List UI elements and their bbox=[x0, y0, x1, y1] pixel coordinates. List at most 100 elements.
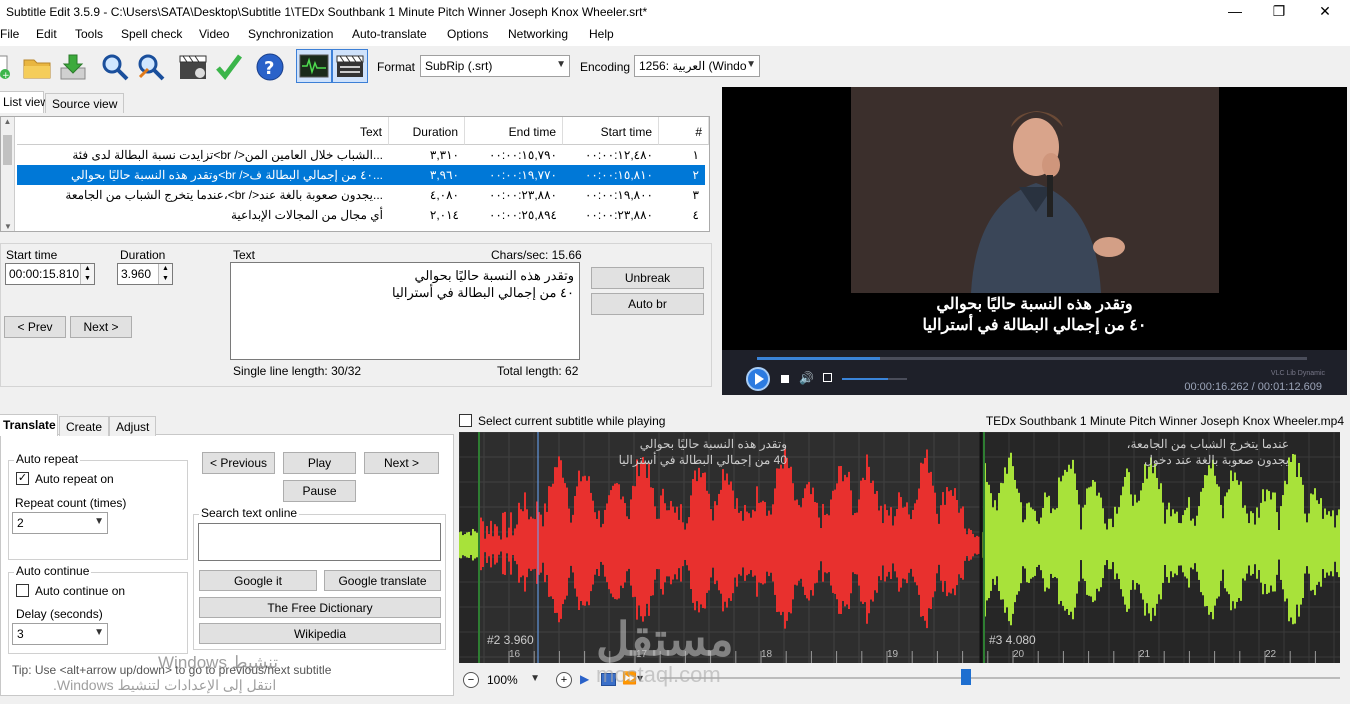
overlay-line-1: وتقدر هذه النسبة حاليًا بحوالي bbox=[936, 296, 1133, 313]
header-start-time[interactable]: Start time bbox=[563, 117, 659, 145]
chevron-down-icon: ▼ bbox=[556, 59, 566, 70]
header-end-time[interactable]: End time bbox=[465, 117, 563, 145]
table-row[interactable]: أي مجال من المجالات الإبداعية ٢,٠١٤ ٠٠:٠… bbox=[17, 205, 705, 225]
wave-position-thumb[interactable] bbox=[961, 669, 971, 685]
tab-list-view[interactable]: List view bbox=[0, 91, 49, 113]
zoom-value: 100% bbox=[487, 673, 518, 687]
tab-source-view[interactable]: Source view bbox=[45, 93, 125, 113]
tab-label: Source view bbox=[52, 97, 118, 111]
format-value: SubRip (.srt) bbox=[425, 59, 493, 73]
chevron-down-icon: ▼ bbox=[94, 516, 104, 527]
menu-file[interactable]: File bbox=[0, 27, 19, 41]
auto-br-button[interactable]: Auto br bbox=[591, 293, 704, 315]
check-icon[interactable] bbox=[214, 52, 244, 82]
menu-help[interactable]: Help bbox=[589, 27, 614, 41]
google-translate-button[interactable]: Google translate bbox=[324, 570, 441, 591]
duration-field[interactable]: 3.960 ▲ ▼ bbox=[117, 263, 173, 285]
wave-paragraph-2-text: عندما يتخرج الشباب من الجامعة، يجدون صعو… bbox=[989, 436, 1289, 468]
menu-spell-check[interactable]: Spell check bbox=[121, 27, 182, 41]
header-number[interactable]: # bbox=[659, 117, 709, 145]
replace-icon[interactable] bbox=[136, 52, 166, 82]
next-sub-button[interactable]: Next > bbox=[364, 452, 439, 474]
find-icon[interactable] bbox=[100, 52, 130, 82]
free-dictionary-button[interactable]: The Free Dictionary bbox=[199, 597, 441, 618]
start-time-field[interactable]: 00:00:15.810 ▲ ▼ bbox=[5, 263, 95, 285]
play-button[interactable]: Play bbox=[283, 452, 356, 474]
tab-adjust[interactable]: Adjust bbox=[109, 416, 157, 436]
total-length: Total length: 62 bbox=[497, 364, 579, 378]
search-text-input[interactable] bbox=[198, 523, 441, 561]
subtitle-text-area[interactable]: وتقدر هذه النسبة حاليًا بحوالي ٤٠ من إجم… bbox=[230, 262, 580, 360]
chevron-down-icon: ▼ bbox=[530, 673, 540, 684]
volume-icon[interactable]: 🔊 bbox=[799, 371, 814, 385]
download-icon[interactable] bbox=[58, 52, 88, 82]
grid-scrollbar[interactable]: ▲ ▼ bbox=[1, 117, 15, 231]
repeat-count-value: 2 bbox=[17, 516, 24, 530]
select-current-checkbox[interactable] bbox=[459, 414, 472, 427]
menu-synchronization[interactable]: Synchronization bbox=[248, 27, 333, 41]
wave-position-track[interactable] bbox=[660, 677, 1340, 679]
menu-bar: File Edit Tools Spell check Video Synchr… bbox=[0, 24, 1350, 46]
repeat-count-label: Repeat count (times) bbox=[15, 496, 127, 510]
table-row-selected[interactable]: وتقدر هذه النسبة حاليًا بحوالي<br />٤٠ م… bbox=[17, 165, 705, 185]
cell-end: ٠٠:٠٠:١٩,٧٧٠ bbox=[488, 168, 557, 182]
tab-translate[interactable]: Translate bbox=[0, 414, 58, 436]
unbreak-button[interactable]: Unbreak bbox=[591, 267, 704, 289]
play-wave-icon[interactable]: ▶ bbox=[580, 672, 589, 686]
menu-auto-translate[interactable]: Auto-translate bbox=[352, 27, 427, 41]
tick-label: 20 bbox=[1013, 649, 1025, 660]
maximize-button[interactable]: ❐ bbox=[1256, 0, 1302, 24]
menu-video[interactable]: Video bbox=[199, 27, 229, 41]
fullscreen-icon[interactable] bbox=[823, 373, 832, 382]
stop-icon[interactable] bbox=[781, 375, 789, 383]
menu-networking[interactable]: Networking bbox=[508, 27, 568, 41]
scroll-thumb[interactable] bbox=[3, 135, 12, 165]
play-icon[interactable] bbox=[746, 367, 770, 391]
waveform[interactable]: وتقدر هذه النسبة حاليًا بحوالي 40 من إجم… bbox=[459, 432, 1340, 663]
pause-button[interactable]: Pause bbox=[283, 480, 356, 502]
video-icon[interactable] bbox=[178, 52, 208, 82]
video-progress-track[interactable] bbox=[757, 357, 1307, 360]
header-duration[interactable]: Duration bbox=[389, 117, 465, 145]
volume-track[interactable] bbox=[842, 378, 907, 380]
google-it-button[interactable]: Google it bbox=[199, 570, 317, 591]
clapper-icon[interactable] bbox=[332, 49, 368, 83]
table-row[interactable]: عندما يتخرج الشباب من الجامعة،<br />يجدو… bbox=[17, 185, 705, 205]
cell-end: ٠٠:٠٠:٢٥,٨٩٤ bbox=[488, 208, 557, 222]
header-text[interactable]: Text bbox=[17, 117, 389, 145]
next-button[interactable]: Next > bbox=[70, 316, 132, 338]
video-player[interactable]: وتقدر هذه النسبة حاليًا بحوالي ٤٠ من إجم… bbox=[722, 87, 1347, 395]
close-button[interactable]: ✕ bbox=[1302, 0, 1348, 24]
text-line-2: ٤٠ من إجمالي البطالة في أستراليا bbox=[392, 285, 574, 300]
menu-options[interactable]: Options bbox=[447, 27, 488, 41]
minimize-button[interactable]: — bbox=[1212, 0, 1258, 24]
menu-edit[interactable]: Edit bbox=[36, 27, 57, 41]
new-icon[interactable]: + bbox=[0, 52, 12, 82]
watermark-brand: مستقل bbox=[596, 613, 734, 665]
format-select[interactable]: SubRip (.srt) ▼ bbox=[420, 55, 570, 77]
menu-tools[interactable]: Tools bbox=[75, 27, 103, 41]
zoom-out-icon[interactable]: − bbox=[463, 672, 479, 688]
zoom-select[interactable]: 100% ▼ bbox=[483, 670, 543, 692]
table-row[interactable]: تزايدت نسبة البطالة لدى فئة<br />الشباب … bbox=[17, 145, 705, 165]
open-folder-icon[interactable] bbox=[22, 52, 52, 82]
cell-text: عندما يتخرج الشباب من الجامعة،<br />يجدو… bbox=[65, 188, 383, 202]
zoom-in-icon[interactable]: + bbox=[556, 672, 572, 688]
chars-per-sec: Chars/sec: 15.66 bbox=[491, 248, 582, 262]
previous-button[interactable]: < Previous bbox=[202, 452, 275, 474]
waveform-icon[interactable] bbox=[296, 49, 332, 83]
wikipedia-button[interactable]: Wikipedia bbox=[199, 623, 441, 644]
spin-arrows-icon[interactable]: ▲ ▼ bbox=[158, 264, 172, 284]
delay-select[interactable]: 3 ▼ bbox=[12, 623, 108, 645]
help-icon[interactable]: ? bbox=[255, 52, 285, 82]
tick-label: 16 bbox=[509, 649, 521, 660]
encoding-select[interactable]: 1256: العربية (Windo ▼ bbox=[634, 55, 760, 77]
single-line-length: Single line length: 30/32 bbox=[233, 364, 362, 378]
auto-repeat-checkbox[interactable]: ✓ bbox=[16, 472, 29, 485]
cell-text: تزايدت نسبة البطالة لدى فئة<br />الشباب … bbox=[72, 148, 383, 162]
tab-create[interactable]: Create bbox=[59, 416, 110, 436]
prev-button[interactable]: < Prev bbox=[4, 316, 66, 338]
repeat-count-select[interactable]: 2 ▼ bbox=[12, 512, 108, 534]
spin-arrows-icon[interactable]: ▲ ▼ bbox=[80, 264, 94, 284]
auto-continue-checkbox[interactable] bbox=[16, 584, 29, 597]
